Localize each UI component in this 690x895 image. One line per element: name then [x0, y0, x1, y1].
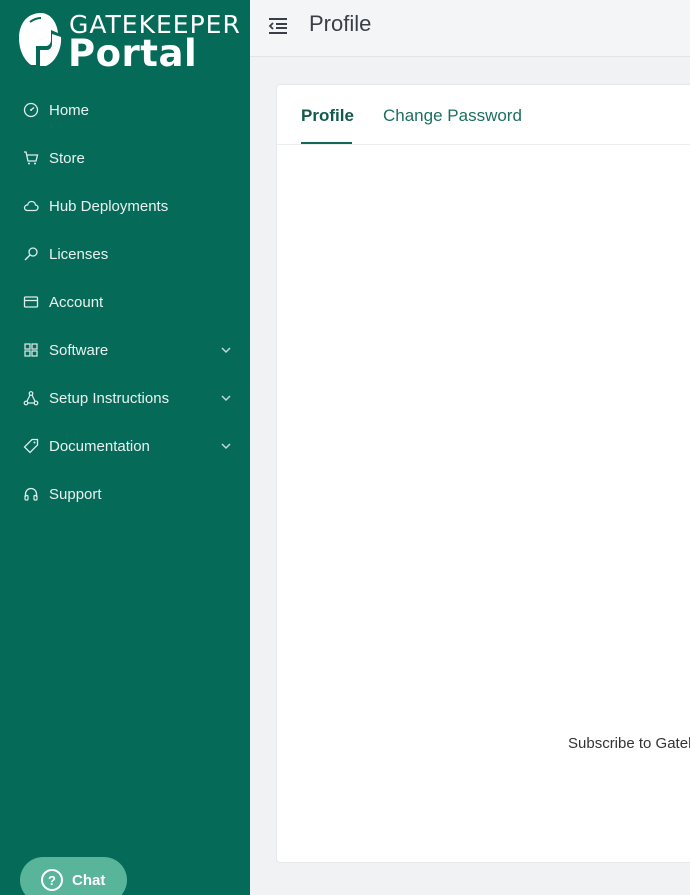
sidebar-item-label: Licenses: [49, 245, 109, 263]
chat-label: Chat: [72, 871, 106, 889]
sidebar-item-store[interactable]: Store: [0, 134, 250, 182]
network-icon: [23, 390, 39, 406]
tab-profile[interactable]: Profile: [301, 106, 354, 126]
chevron-down-icon[interactable]: [220, 344, 232, 356]
credit-card-icon: [23, 294, 39, 310]
dashboard-gauge-icon: [23, 102, 39, 118]
chevron-down-icon[interactable]: [220, 440, 232, 452]
tag-icon: [23, 438, 39, 454]
sidebar-item-documentation[interactable]: Documentation: [0, 422, 250, 470]
tab-bar: Profile Change Password: [277, 85, 690, 145]
profile-card: Profile Change Password Subscribe to Gat…: [276, 84, 690, 863]
sidebar-nav: Home Store Hub Deployments Licenses Acco…: [0, 86, 250, 518]
chevron-down-icon[interactable]: [220, 392, 232, 404]
sidebar: GATEKEEPER Portal Home Store Hub Deploym…: [0, 0, 250, 895]
sidebar-item-label: Documentation: [49, 437, 150, 455]
sidebar-item-label: Hub Deployments: [49, 197, 169, 215]
page-title: Profile: [309, 11, 372, 36]
top-bar: Profile: [250, 0, 690, 57]
help-circle-icon: ?: [41, 869, 63, 891]
sidebar-item-label: Software: [49, 341, 109, 359]
brand-title-bottom: Portal: [68, 32, 198, 75]
cart-icon: [23, 150, 39, 166]
headphones-icon: [23, 486, 39, 502]
cloud-icon: [23, 198, 39, 214]
tab-change-password[interactable]: Change Password: [383, 106, 522, 126]
key-icon: [23, 246, 39, 262]
sidebar-item-support[interactable]: Support: [0, 470, 250, 518]
sidebar-item-account[interactable]: Account: [0, 278, 250, 326]
chat-button[interactable]: ? Chat: [20, 857, 127, 895]
spartan-helmet-icon: [19, 13, 62, 66]
sidebar-item-software[interactable]: Software: [0, 326, 250, 374]
sidebar-item-label: Home: [49, 101, 90, 119]
active-tab-indicator: [301, 142, 352, 144]
sidebar-item-hub-deployments[interactable]: Hub Deployments: [0, 182, 250, 230]
sidebar-item-home[interactable]: Home: [0, 86, 250, 134]
menu-collapse-icon[interactable]: [266, 14, 290, 38]
sidebar-item-label: Support: [49, 485, 102, 503]
subscribe-text: Subscribe to Gatek: [568, 735, 690, 752]
brand-logo[interactable]: GATEKEEPER Portal: [16, 10, 241, 75]
sidebar-item-label: Account: [49, 293, 104, 311]
sidebar-item-label: Store: [49, 149, 85, 167]
sidebar-item-licenses[interactable]: Licenses: [0, 230, 250, 278]
grid-icon: [23, 342, 39, 358]
sidebar-item-setup-instructions[interactable]: Setup Instructions: [0, 374, 250, 422]
sidebar-item-label: Setup Instructions: [49, 389, 170, 407]
